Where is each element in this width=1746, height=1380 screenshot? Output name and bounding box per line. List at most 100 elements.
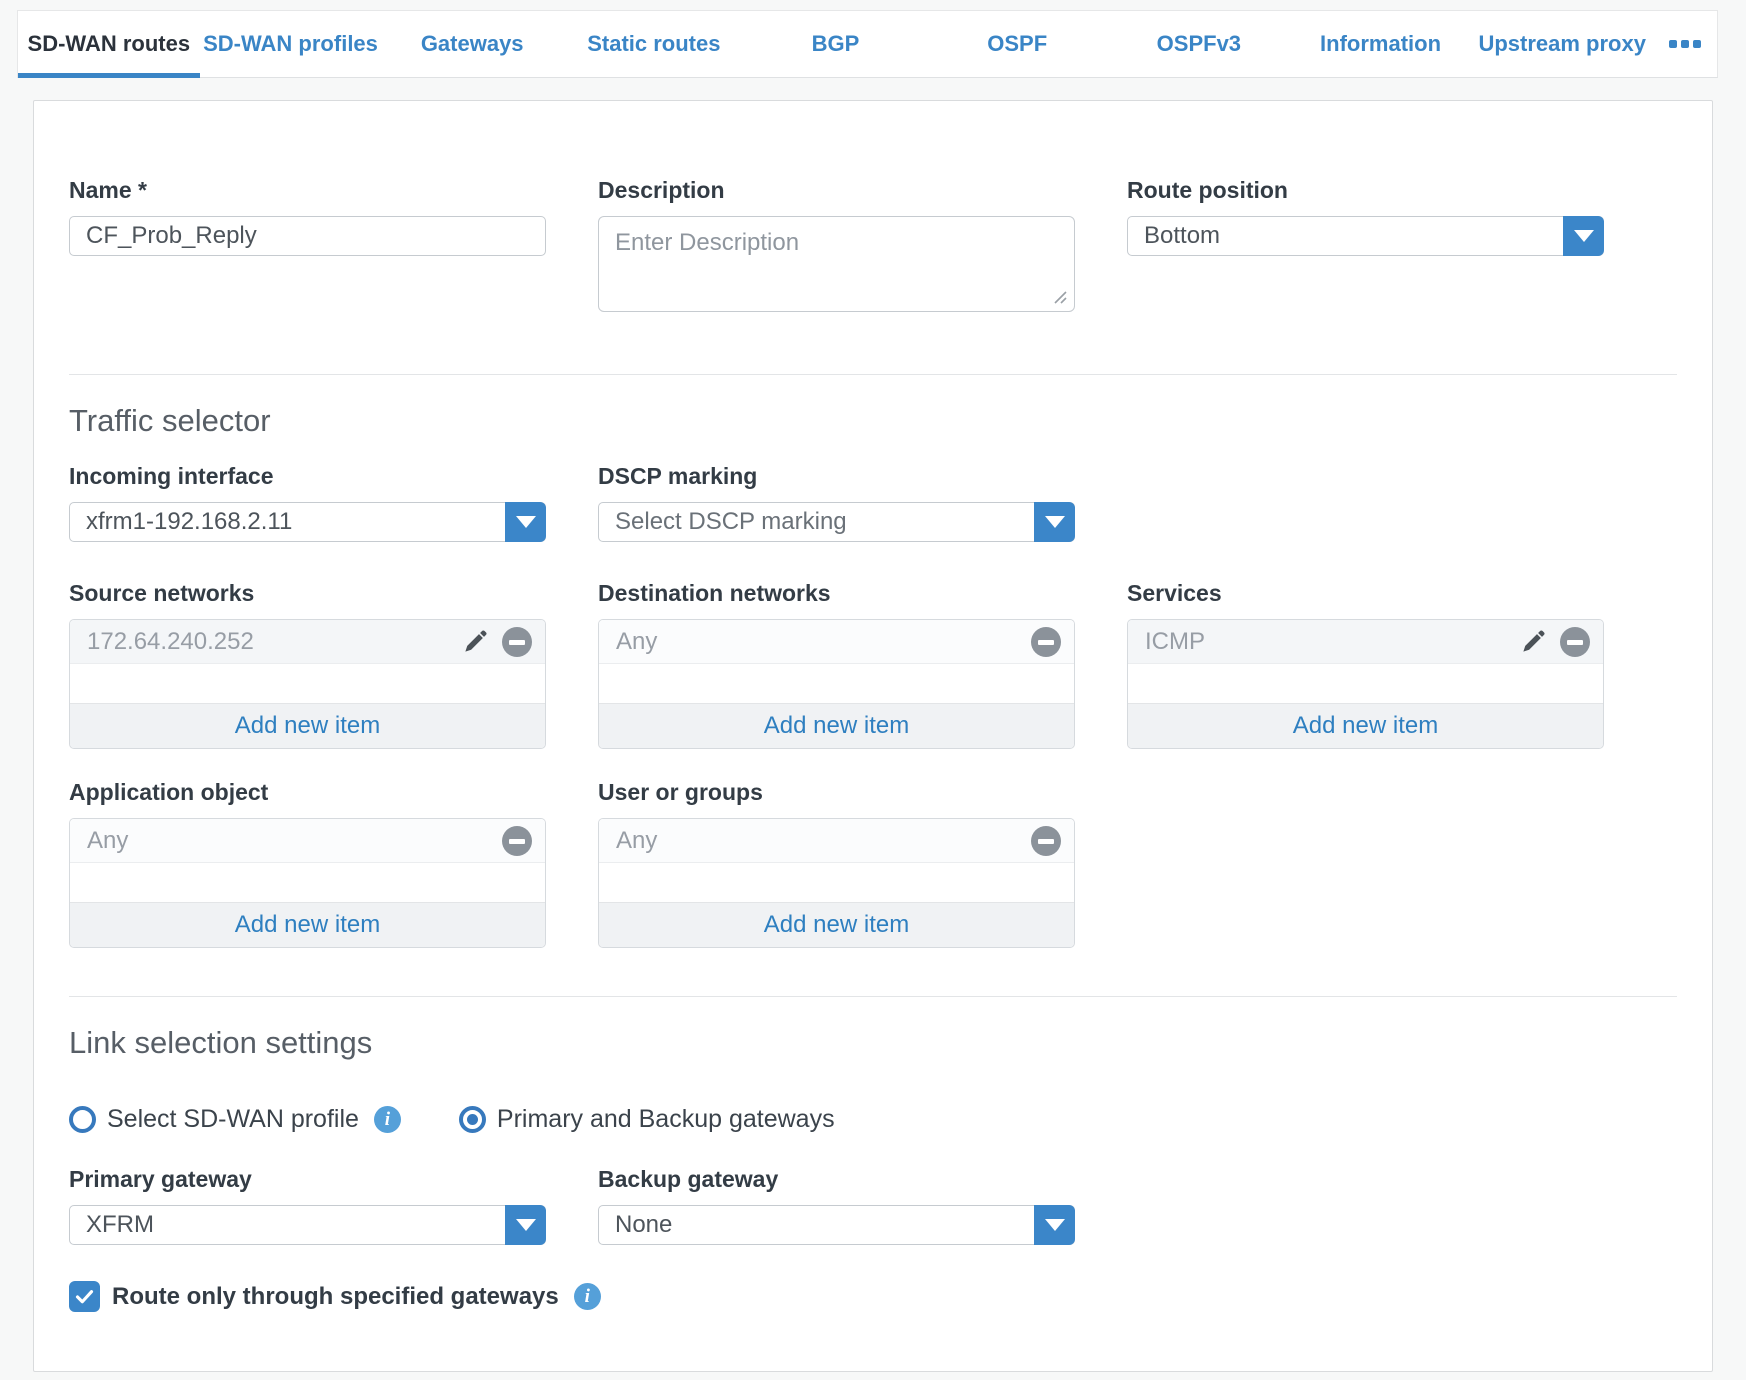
tab-gateways[interactable]: Gateways [381, 11, 563, 77]
tab-ospfv3[interactable]: OSPFv3 [1108, 11, 1290, 77]
backup-gateway-value: None [598, 1205, 1075, 1245]
chevron-down-icon[interactable] [505, 502, 546, 542]
chevron-down-icon[interactable] [1034, 1205, 1075, 1245]
tab-label: BGP [812, 31, 860, 57]
route-only-checkbox[interactable] [69, 1281, 100, 1312]
traffic-selector-heading: Traffic selector [69, 403, 1677, 439]
description-label: Description [598, 177, 1075, 204]
add-new-item-button[interactable]: Add new item [599, 703, 1074, 748]
tab-label: Gateways [421, 31, 524, 57]
source-networks-box: 172.64.240.252 Add new item [69, 619, 546, 749]
edit-icon[interactable] [461, 628, 489, 656]
gateways-row: Primary gateway XFRM Backup gateway None [69, 1166, 1677, 1245]
network-boxes-row: Source networks 172.64.240.252 Add new i… [69, 580, 1677, 749]
route-position-select[interactable]: Bottom [1127, 216, 1604, 256]
source-networks-label: Source networks [69, 580, 546, 607]
list-item: 172.64.240.252 [70, 620, 545, 664]
list-item-text: ICMP [1145, 628, 1519, 656]
user-or-groups-group: User or groups Any Add new item [598, 779, 1075, 948]
chevron-down-icon[interactable] [1563, 216, 1604, 256]
source-networks-group: Source networks 172.64.240.252 Add new i… [69, 580, 546, 749]
services-label: Services [1127, 580, 1604, 607]
edit-icon[interactable] [1519, 628, 1547, 656]
incoming-interface-label: Incoming interface [69, 463, 546, 490]
add-new-item-button[interactable]: Add new item [70, 902, 545, 947]
services-box: ICMP Add new item [1127, 619, 1604, 749]
list-item-text: 172.64.240.252 [87, 628, 461, 656]
tab-ospf[interactable]: OSPF [926, 11, 1108, 77]
backup-gateway-select[interactable]: None [598, 1205, 1075, 1245]
list-item: Any [599, 819, 1074, 863]
tab-label: SD-WAN profiles [203, 31, 378, 57]
tab-bar: SD-WAN routes SD-WAN profiles Gateways S… [17, 10, 1718, 78]
primary-gateway-field-group: Primary gateway XFRM [69, 1166, 546, 1245]
route-only-label: Route only through specified gateways [112, 1283, 559, 1311]
tab-sd-wan-profiles[interactable]: SD-WAN profiles [200, 11, 382, 77]
general-settings-row: Name * Description Route position Bottom [69, 177, 1677, 312]
incoming-interface-select[interactable]: xfrm1-192.168.2.11 [69, 502, 546, 542]
checkmark-icon [74, 1286, 95, 1307]
tab-static-routes[interactable]: Static routes [563, 11, 745, 77]
info-icon[interactable]: i [574, 1283, 601, 1310]
link-selection-radio-row: Select SD-WAN profile i Primary and Back… [69, 1105, 1677, 1134]
list-item-text: Any [616, 628, 1031, 656]
radio-primary-backup-gateways[interactable]: Primary and Backup gateways [459, 1105, 835, 1134]
sd-wan-route-form-card: Name * Description Route position Bottom… [33, 100, 1713, 1372]
name-label: Name * [69, 177, 546, 204]
name-input[interactable] [69, 216, 546, 256]
backup-gateway-field-group: Backup gateway None [598, 1166, 1075, 1245]
description-field-group: Description [598, 177, 1075, 312]
application-object-group: Application object Any Add new item [69, 779, 546, 948]
destination-networks-box: Any Add new item [598, 619, 1075, 749]
tab-more[interactable] [1653, 11, 1717, 77]
listbox-empty-space [599, 863, 1074, 902]
tab-bgp[interactable]: BGP [745, 11, 927, 77]
info-icon[interactable]: i [374, 1106, 401, 1133]
route-position-label: Route position [1127, 177, 1604, 204]
dscp-marking-label: DSCP marking [598, 463, 1075, 490]
user-or-groups-box: Any Add new item [598, 818, 1075, 948]
tab-label: Upstream proxy [1478, 31, 1646, 57]
tab-sd-wan-routes[interactable]: SD-WAN routes [18, 11, 200, 77]
remove-icon[interactable] [502, 826, 532, 856]
tab-information[interactable]: Information [1290, 11, 1472, 77]
tab-label: SD-WAN routes [28, 31, 191, 57]
chevron-down-icon[interactable] [1034, 502, 1075, 542]
chevron-down-icon[interactable] [505, 1205, 546, 1245]
add-new-item-button[interactable]: Add new item [70, 703, 545, 748]
listbox-empty-space [599, 664, 1074, 703]
radio-label: Select SD-WAN profile [107, 1105, 359, 1134]
description-textarea[interactable] [598, 216, 1075, 312]
list-item: Any [70, 819, 545, 863]
application-user-row: Application object Any Add new item User… [69, 779, 1677, 948]
tab-label: OSPF [987, 31, 1047, 57]
section-divider [69, 996, 1677, 997]
primary-gateway-value: XFRM [69, 1205, 546, 1245]
dscp-marking-select[interactable]: Select DSCP marking [598, 502, 1075, 542]
incoming-interface-value: xfrm1-192.168.2.11 [69, 502, 546, 542]
remove-icon[interactable] [1031, 627, 1061, 657]
primary-gateway-select[interactable]: XFRM [69, 1205, 546, 1245]
primary-gateway-label: Primary gateway [69, 1166, 546, 1193]
list-item-text: Any [87, 827, 502, 855]
destination-networks-group: Destination networks Any Add new item [598, 580, 1075, 749]
list-item: ICMP [1128, 620, 1603, 664]
listbox-empty-space [1128, 664, 1603, 703]
services-group: Services ICMP Add new item [1127, 580, 1604, 749]
remove-icon[interactable] [1560, 627, 1590, 657]
backup-gateway-label: Backup gateway [598, 1166, 1075, 1193]
add-new-item-button[interactable]: Add new item [599, 902, 1074, 947]
remove-icon[interactable] [1031, 826, 1061, 856]
listbox-empty-space [70, 664, 545, 703]
radio-select-sd-wan-profile[interactable]: Select SD-WAN profile i [69, 1105, 401, 1134]
destination-networks-label: Destination networks [598, 580, 1075, 607]
ellipsis-icon [1669, 40, 1701, 48]
name-field-group: Name * [69, 177, 546, 312]
listbox-empty-space [70, 863, 545, 902]
dscp-marking-value: Select DSCP marking [598, 502, 1075, 542]
link-selection-heading: Link selection settings [69, 1025, 1677, 1061]
remove-icon[interactable] [502, 627, 532, 657]
list-item-text: Any [616, 827, 1031, 855]
tab-upstream-proxy[interactable]: Upstream proxy [1471, 11, 1653, 77]
add-new-item-button[interactable]: Add new item [1128, 703, 1603, 748]
